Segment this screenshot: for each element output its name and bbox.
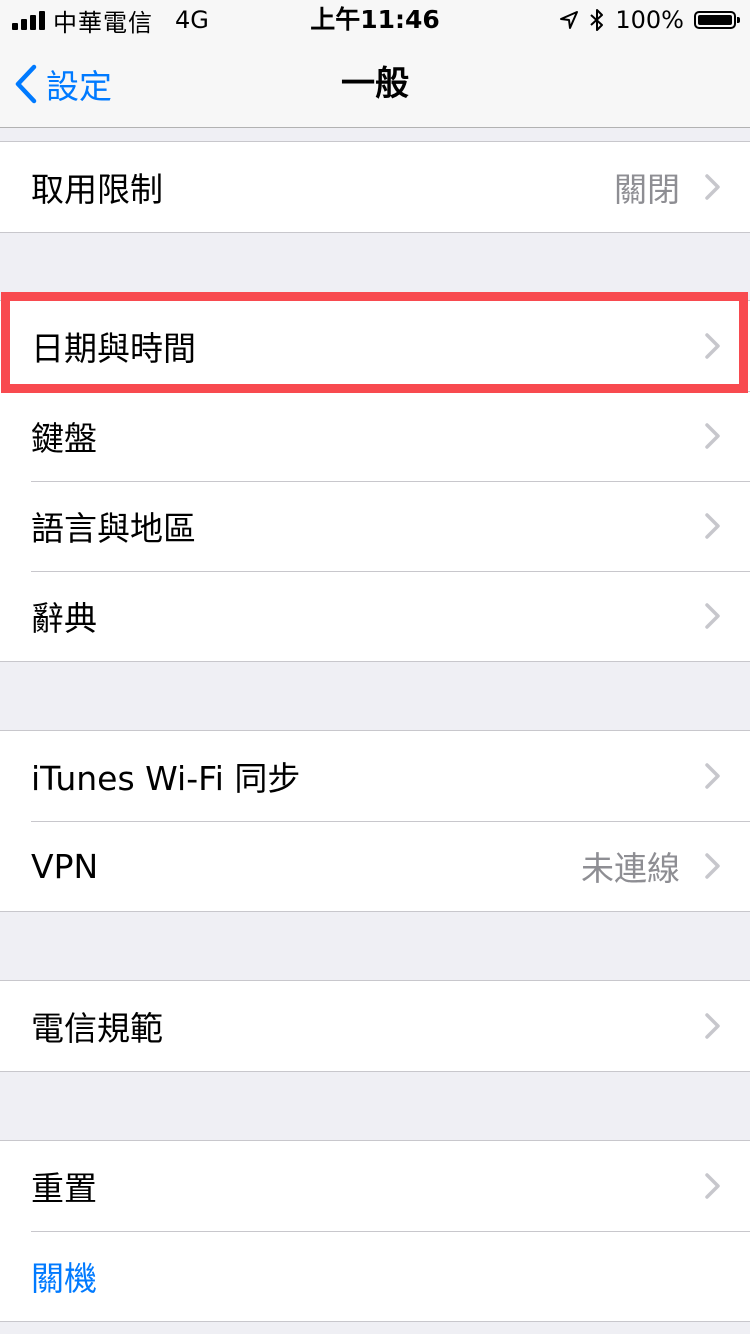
chevron-right-icon	[705, 174, 720, 200]
chevron-right-icon	[705, 513, 720, 539]
status-bar: 中華電信 4G 上午11:46 100%	[0, 0, 750, 40]
page-title: 一般	[341, 64, 409, 104]
row-detail: 關閉	[614, 170, 680, 209]
status-right: 100%	[559, 6, 740, 34]
row-shut-down[interactable]: 關機	[0, 1231, 750, 1321]
row-detail: 未連線	[581, 849, 680, 888]
row-label: 電信規範	[31, 1009, 163, 1048]
row-vpn[interactable]: VPN 未連線	[0, 821, 750, 911]
group-regulatory: 電信規範	[0, 980, 750, 1072]
row-label: 語言與地區	[31, 509, 196, 548]
chevron-right-icon	[705, 763, 720, 789]
chevron-right-icon	[705, 1013, 720, 1039]
row-label: 辭典	[31, 599, 97, 638]
row-date-time[interactable]: 日期與時間	[0, 301, 750, 391]
chevron-right-icon	[705, 333, 720, 359]
row-label: 日期與時間	[31, 329, 196, 368]
battery-level	[698, 15, 732, 25]
location-arrow-icon	[560, 11, 579, 29]
group-network: iTunes Wi-Fi 同步 VPN 未連線	[0, 730, 750, 912]
navigation-bar: 設定 一般	[0, 40, 750, 128]
group-reset: 重置 關機	[0, 1140, 750, 1322]
row-label: iTunes Wi-Fi 同步	[31, 759, 301, 798]
battery-percent: 100%	[615, 6, 684, 34]
chevron-right-icon	[705, 1173, 720, 1199]
row-keyboard[interactable]: 鍵盤	[0, 391, 750, 481]
battery-icon	[694, 11, 740, 29]
row-label: 取用限制	[31, 170, 163, 209]
row-label: 重置	[31, 1169, 97, 1208]
chevron-right-icon	[705, 423, 720, 449]
group-input-language: 日期與時間 鍵盤 語言與地區 辭典	[0, 300, 750, 662]
row-regulatory[interactable]: 電信規範	[0, 981, 750, 1071]
row-reset[interactable]: 重置	[0, 1141, 750, 1231]
bluetooth-icon	[590, 9, 604, 31]
chevron-right-icon	[705, 853, 720, 879]
row-label: VPN	[31, 846, 99, 886]
row-language-region[interactable]: 語言與地區	[0, 481, 750, 571]
row-itunes-wifi-sync[interactable]: iTunes Wi-Fi 同步	[0, 731, 750, 821]
shut-down-button: 關機	[31, 1259, 97, 1298]
row-restrictions[interactable]: 取用限制 關閉	[0, 142, 750, 232]
row-dictionary[interactable]: 辭典	[0, 571, 750, 661]
chevron-right-icon	[705, 603, 720, 629]
group-restrictions: 取用限制 關閉	[0, 141, 750, 233]
row-label: 鍵盤	[31, 419, 97, 458]
